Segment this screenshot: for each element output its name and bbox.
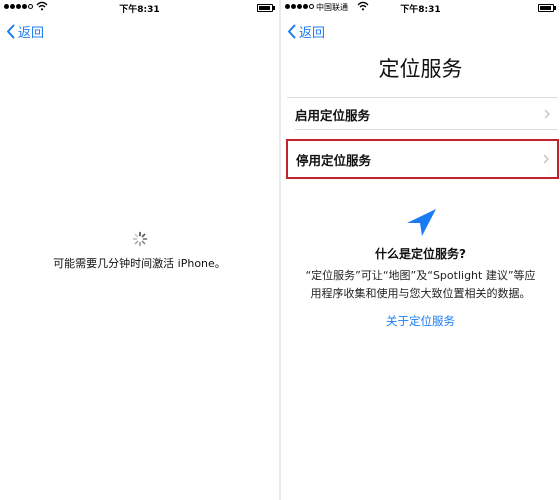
chevron-left-icon [288,24,296,39]
battery-icon [538,4,556,12]
chevron-left-icon [7,24,15,39]
page-title: 定位服务 [378,57,463,81]
info-question: 什么是定位服务? [375,247,466,261]
list-divider [295,129,558,130]
disable-location-option[interactable]: 停用定位服务 [286,139,559,179]
activation-screen: 下午8:31 返回 可能需要几分钟时间激活 iPhone。 [0,0,279,500]
activation-message: 可能需要几分钟时间激活 iPhone。 [53,257,226,270]
status-bar: 中国联通 下午8:31 [281,0,560,16]
chevron-right-icon [543,154,549,164]
status-time: 下午8:31 [400,5,441,15]
back-button[interactable]: 返回 [287,22,325,41]
chevron-right-icon [544,109,550,119]
back-label: 返回 [18,26,45,41]
enable-location-label: 启用定位服务 [295,107,371,123]
enable-location-option[interactable]: 启用定位服务 [287,99,558,129]
battery-icon [257,4,275,12]
disable-location-label: 停用定位服务 [296,152,372,168]
list-divider [287,97,558,98]
location-arrow-icon [407,209,436,236]
status-time: 下午8:31 [119,5,160,15]
about-location-link[interactable]: 关于定位服务 [281,313,560,329]
status-bar: 下午8:31 [0,0,279,16]
info-description-line-2: 用程序收集和使用与您大致位置相关的数据。 [310,287,531,300]
back-button[interactable]: 返回 [6,22,44,41]
spinner-icon [132,231,148,247]
location-services-screen: 中国联通 下午8:31 返回 定位服务 启用定位服务 停用定位服务 什么是定位服… [281,0,560,500]
info-description-line-1: “定位服务”可让“地图”及“Spotlight 建议”等应 [305,269,536,282]
back-label: 返回 [299,26,326,41]
